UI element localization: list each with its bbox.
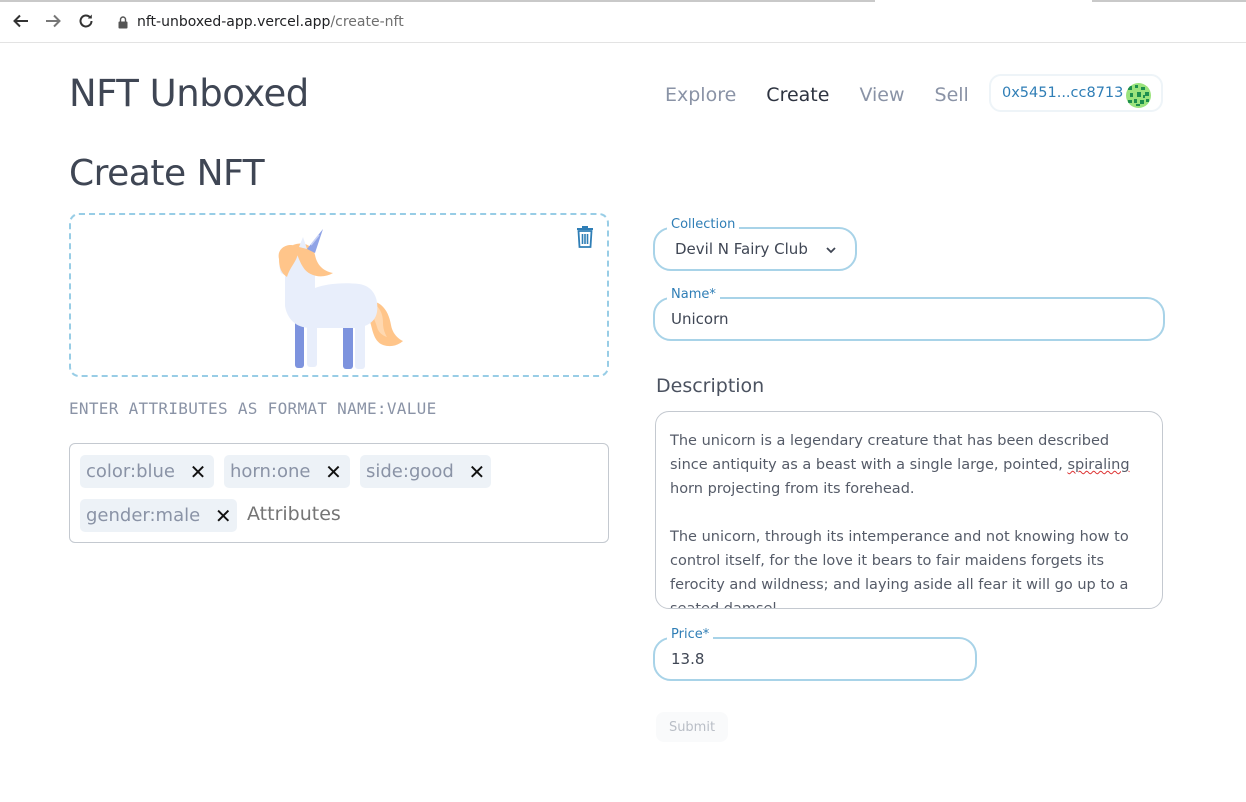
description-label: Description bbox=[656, 375, 765, 397]
description-paragraph: The unicorn, through its intemperance an… bbox=[670, 529, 1129, 609]
attribute-tag-label: horn:one bbox=[230, 461, 311, 482]
nav-create[interactable]: Create bbox=[766, 84, 829, 106]
back-arrow-icon[interactable] bbox=[11, 11, 31, 31]
attribute-tag: side:good ✕ bbox=[360, 455, 491, 488]
page-title: Create NFT bbox=[69, 153, 265, 194]
remove-tag-icon[interactable]: ✕ bbox=[189, 460, 207, 484]
remove-tag-icon[interactable]: ✕ bbox=[468, 460, 486, 484]
main-nav: Explore Create View Sell bbox=[665, 82, 999, 108]
collection-select[interactable]: Collection Devil N Fairy Club bbox=[653, 217, 857, 271]
misspelled-word: spiraling bbox=[1067, 457, 1130, 473]
submit-button[interactable]: Submit bbox=[656, 712, 728, 742]
forward-arrow-icon[interactable] bbox=[43, 11, 63, 31]
attributes-input[interactable] bbox=[247, 503, 447, 525]
address-bar[interactable]: nft-unboxed-app.vercel.app/create-nft bbox=[118, 12, 404, 32]
attributes-tag-input[interactable]: color:blue ✕ horn:one ✕ side:good ✕ gend… bbox=[69, 443, 609, 543]
price-value: 13.8 bbox=[671, 650, 705, 668]
description-paragraph: The unicorn is a legendary creature that… bbox=[670, 433, 1130, 497]
image-dropzone[interactable] bbox=[69, 213, 609, 377]
chevron-down-icon bbox=[825, 243, 837, 261]
lock-icon bbox=[118, 15, 128, 29]
browser-toolbar: nft-unboxed-app.vercel.app/create-nft bbox=[0, 0, 1246, 43]
url-path: /create-nft bbox=[330, 14, 404, 30]
nft-preview-image bbox=[271, 223, 411, 373]
price-field[interactable]: Price* 13.8 bbox=[653, 627, 977, 681]
url-host: nft-unboxed-app.vercel.app bbox=[137, 14, 331, 30]
tab-strip-line bbox=[0, 0, 875, 2]
attribute-tag: color:blue ✕ bbox=[80, 455, 214, 488]
attribute-tag-label: color:blue bbox=[86, 461, 175, 482]
nav-view[interactable]: View bbox=[859, 84, 904, 106]
trash-icon[interactable] bbox=[575, 225, 595, 249]
wallet-address: 0x5451...cc8713 bbox=[1002, 85, 1124, 101]
description-textarea[interactable]: The unicorn is a legendary creature that… bbox=[655, 411, 1163, 609]
name-field[interactable]: Name* Unicorn bbox=[653, 287, 1165, 341]
nav-explore[interactable]: Explore bbox=[665, 84, 736, 106]
wallet-button[interactable]: 0x5451...cc8713 bbox=[989, 74, 1163, 112]
nav-sell[interactable]: Sell bbox=[935, 84, 969, 106]
tab-strip-line bbox=[1092, 0, 1246, 2]
brand-title[interactable]: NFT Unboxed bbox=[69, 72, 309, 115]
reload-icon[interactable] bbox=[76, 11, 96, 31]
remove-tag-icon[interactable]: ✕ bbox=[214, 504, 232, 528]
attributes-hint: ENTER ATTRIBUTES AS FORMAT NAME:VALUE bbox=[69, 399, 437, 418]
attribute-tag: horn:one ✕ bbox=[224, 455, 350, 488]
attribute-tag: gender:male ✕ bbox=[80, 499, 237, 532]
wallet-avatar-icon bbox=[1126, 83, 1151, 108]
remove-tag-icon[interactable]: ✕ bbox=[324, 460, 342, 484]
attribute-tag-label: gender:male bbox=[86, 505, 201, 526]
attribute-tag-label: side:good bbox=[366, 461, 454, 482]
name-value: Unicorn bbox=[671, 310, 729, 328]
collection-value: Devil N Fairy Club bbox=[675, 240, 808, 258]
